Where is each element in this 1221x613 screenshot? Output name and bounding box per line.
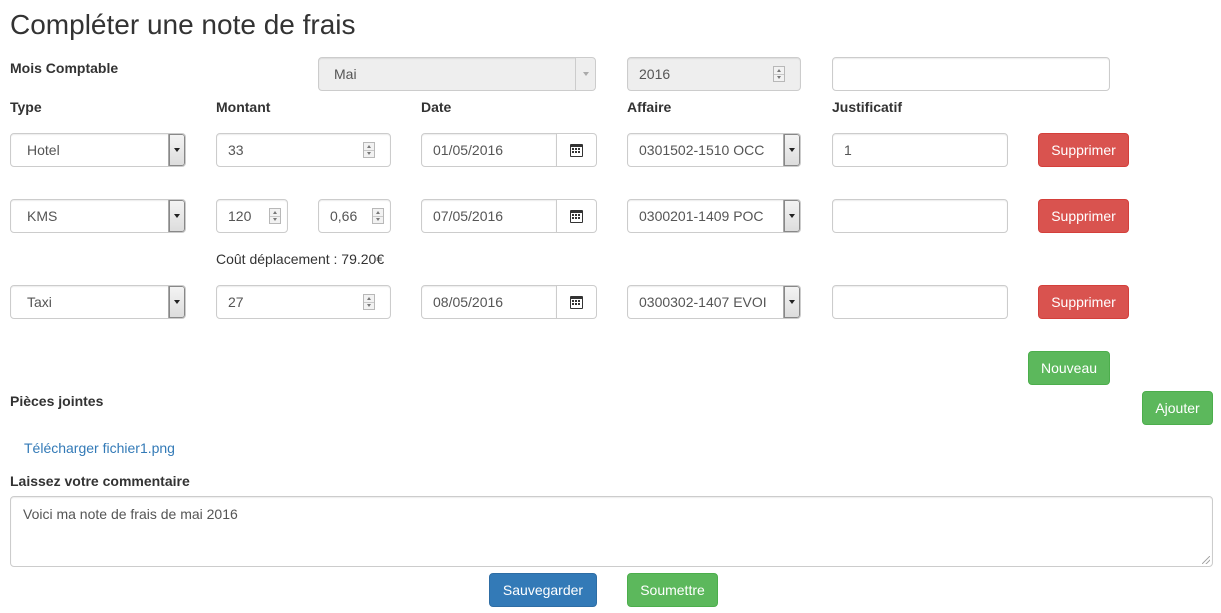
calendar-button[interactable] [557,133,597,167]
km-rate-input[interactable]: 0,66 [318,199,391,233]
justificatif-input[interactable] [832,285,1008,319]
comment-textarea[interactable]: Voici ma note de frais de mai 2016 [10,496,1213,567]
amount-input[interactable]: 27 [216,285,391,319]
expense-type-select[interactable]: KMS [10,199,186,233]
calendar-button[interactable] [557,285,597,319]
date-picker[interactable]: 07/05/2016 [421,199,597,233]
month-select[interactable]: Mai [318,57,596,91]
date-input[interactable]: 07/05/2016 [421,199,557,233]
calendar-icon [570,209,583,223]
comment-text: Voici ma note de frais de mai 2016 [23,506,238,522]
affaire-select[interactable]: 0300302-1407 EVOI [627,285,801,319]
date-picker[interactable]: 01/05/2016 [421,133,597,167]
attachments-label: Pièces jointes [10,393,104,409]
justificatif-input[interactable] [832,199,1008,233]
month-select-value: Mai [334,66,357,82]
period-extra-input[interactable] [832,57,1110,91]
spinner-icon[interactable] [363,294,375,310]
chevron-down-icon [168,286,185,318]
calendar-icon [570,143,583,157]
header-justificatif: Justificatif [832,99,903,115]
header-type: Type [10,99,42,115]
expense-type-select[interactable]: Taxi [10,285,186,319]
expense-type-select[interactable]: Hotel [10,133,186,167]
add-attachment-button[interactable]: Ajouter [1142,391,1213,425]
delete-row-button[interactable]: Supprimer [1038,285,1129,319]
affaire-select[interactable]: 0300201-1409 POC [627,199,801,233]
date-picker[interactable]: 08/05/2016 [421,285,597,319]
comment-label: Laissez votre commentaire [10,473,190,489]
new-line-button[interactable]: Nouveau [1028,351,1110,385]
header-affaire: Affaire [627,99,672,115]
delete-row-button[interactable]: Supprimer [1038,199,1129,233]
calendar-icon [570,295,583,309]
date-input[interactable]: 08/05/2016 [421,285,557,319]
spinner-icon[interactable] [363,142,375,158]
spinner-icon[interactable] [269,208,281,224]
save-button[interactable]: Sauvegarder [489,573,597,607]
calendar-button[interactable] [557,199,597,233]
chevron-down-icon [783,286,800,318]
header-montant: Montant [216,99,271,115]
chevron-down-icon [783,134,800,166]
download-file-link[interactable]: Télécharger fichier1.png [24,438,175,458]
km-input[interactable]: 120 [216,199,288,233]
chevron-down-icon [783,200,800,232]
chevron-down-icon [575,58,595,90]
submit-button[interactable]: Soumettre [627,573,718,607]
accounting-month-label: Mois Comptable [10,60,119,76]
delete-row-button[interactable]: Supprimer [1038,133,1129,167]
resize-grip-icon[interactable] [1202,556,1210,564]
chevron-down-icon [168,134,185,166]
page-title: Compléter une note de frais [10,9,356,40]
year-input-value: 2016 [639,66,671,82]
affaire-select[interactable]: 0301502-1510 OCC [627,133,801,167]
date-input[interactable]: 01/05/2016 [421,133,557,167]
spinner-icon[interactable] [773,66,785,82]
header-date: Date [421,99,452,115]
spinner-icon[interactable] [372,208,384,224]
amount-input[interactable]: 33 [216,133,391,167]
justificatif-input[interactable]: 1 [832,133,1008,167]
year-input[interactable]: 2016 [627,57,801,91]
chevron-down-icon [168,200,185,232]
travel-cost-text: Coût déplacement : 79.20€ [216,251,385,267]
